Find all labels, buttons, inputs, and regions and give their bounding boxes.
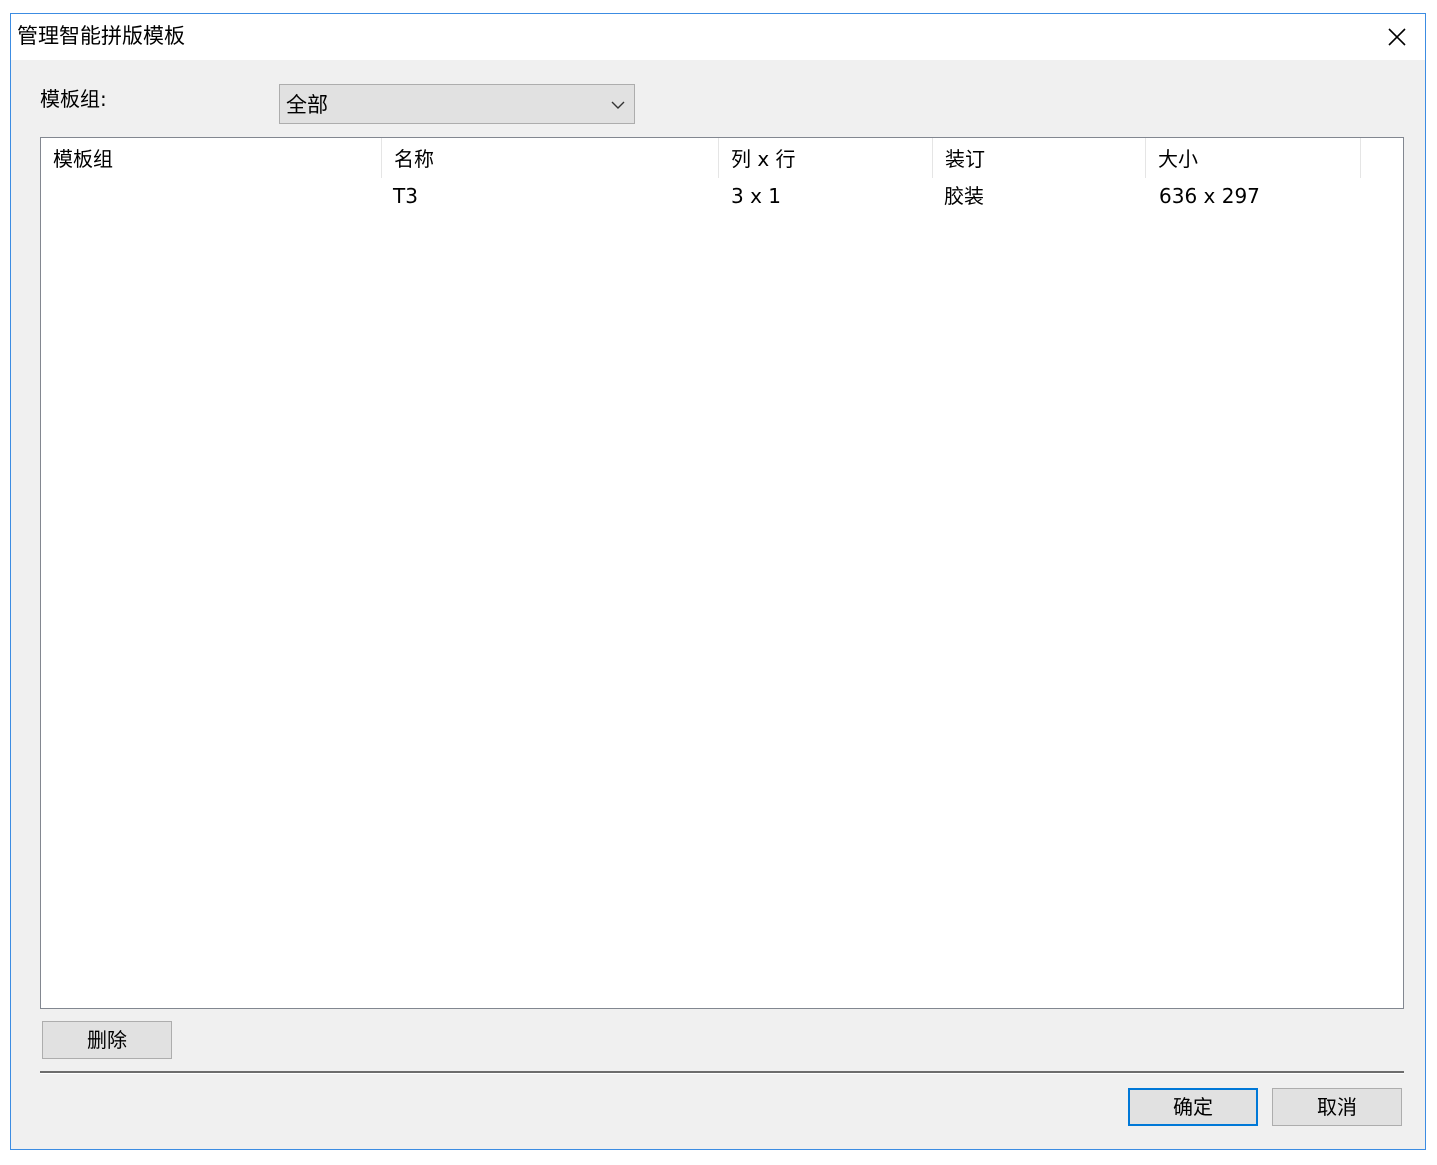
template-group-select[interactable]: 全部 xyxy=(279,84,635,124)
dialog-window: 管理智能拼版模板 模板组: 全部 模板组 名称 列 x 行 装订 大小 T3 3… xyxy=(10,13,1426,1150)
column-header-binding[interactable]: 装订 xyxy=(933,138,1146,178)
chevron-down-icon xyxy=(611,101,625,109)
column-header-size[interactable]: 大小 xyxy=(1146,138,1361,178)
cell-size: 636 x 297 xyxy=(1159,184,1260,208)
title-bar: 管理智能拼版模板 xyxy=(11,14,1425,60)
column-header-name[interactable]: 名称 xyxy=(382,138,719,178)
template-group-label: 模板组: xyxy=(40,87,107,111)
cell-name: T3 xyxy=(393,184,418,208)
column-header-grid[interactable]: 列 x 行 xyxy=(719,138,933,178)
template-group-value: 全部 xyxy=(286,93,328,117)
separator xyxy=(40,1071,1404,1074)
column-header-group[interactable]: 模板组 xyxy=(41,138,382,178)
ok-button[interactable]: 确定 xyxy=(1128,1088,1258,1126)
delete-button[interactable]: 删除 xyxy=(42,1021,172,1059)
dialog-title: 管理智能拼版模板 xyxy=(17,24,185,48)
cell-binding: 胶装 xyxy=(944,184,984,208)
cell-grid: 3 x 1 xyxy=(731,184,781,208)
close-button[interactable] xyxy=(1369,14,1425,60)
list-header: 模板组 名称 列 x 行 装订 大小 xyxy=(41,138,1403,178)
cancel-button[interactable]: 取消 xyxy=(1272,1088,1402,1126)
close-icon xyxy=(1388,28,1406,46)
template-list[interactable]: 模板组 名称 列 x 行 装订 大小 T3 3 x 1 胶装 636 x 297 xyxy=(40,137,1404,1009)
table-row[interactable]: T3 3 x 1 胶装 636 x 297 xyxy=(41,184,1403,214)
